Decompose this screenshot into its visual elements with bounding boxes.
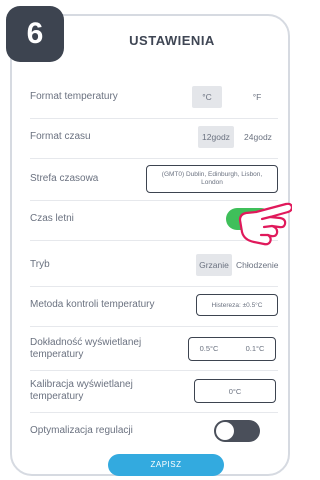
setting-time-format: Format czasu 12godz 24godz — [30, 122, 276, 152]
setting-label: Dokładność wyświetlanej temperatury — [30, 337, 142, 360]
pointing-hand-icon — [238, 202, 292, 246]
setting-label: Czas letni — [30, 213, 74, 224]
setting-label: Format czasu — [30, 131, 91, 142]
precision-option-0-5[interactable]: 0.5°C — [194, 338, 224, 360]
optimization-toggle[interactable] — [214, 420, 260, 442]
divider — [30, 158, 278, 159]
divider — [30, 370, 278, 371]
divider — [30, 326, 278, 327]
temp-control-select[interactable]: Histereza: ±0.5°C — [196, 294, 278, 316]
precision-option-0-1[interactable]: 0.1°C — [240, 338, 270, 360]
setting-label: Optymalizacja regulacji — [30, 425, 133, 436]
divider — [30, 118, 278, 119]
setting-temp-format: Format temperatury °C °F — [30, 82, 276, 112]
calibration-input[interactable]: 0°C — [194, 379, 276, 403]
time-format-option-24h[interactable]: 24godz — [240, 126, 276, 148]
setting-label: Tryb — [30, 259, 50, 270]
time-format-option-12h[interactable]: 12godz — [198, 126, 234, 148]
setting-display-precision: Dokładność wyświetlanej temperatury 0.5°… — [30, 334, 276, 364]
temp-format-option-fahrenheit[interactable]: °F — [242, 86, 272, 108]
setting-temp-control: Metoda kontroli temperatury Histereza: ±… — [30, 290, 278, 320]
setting-label: Metoda kontroli temperatury — [30, 299, 155, 310]
divider — [30, 286, 278, 287]
divider — [30, 412, 278, 413]
setting-calibration: Kalibracja wyświetlanej temperatury 0°C — [30, 376, 276, 406]
setting-optimization: Optymalizacja regulacji — [30, 416, 276, 446]
save-button[interactable]: ZAPISZ — [108, 454, 224, 476]
setting-label: Format temperatury — [30, 91, 118, 102]
setting-label: Kalibracja wyświetlanej temperatury — [30, 379, 133, 402]
toggle-knob — [216, 422, 234, 440]
page-title: USTAWIENIA — [129, 33, 215, 48]
step-badge: 6 — [6, 6, 64, 62]
mode-option-heating[interactable]: Grzanie — [196, 254, 232, 276]
temp-format-option-celsius[interactable]: °C — [192, 86, 222, 108]
